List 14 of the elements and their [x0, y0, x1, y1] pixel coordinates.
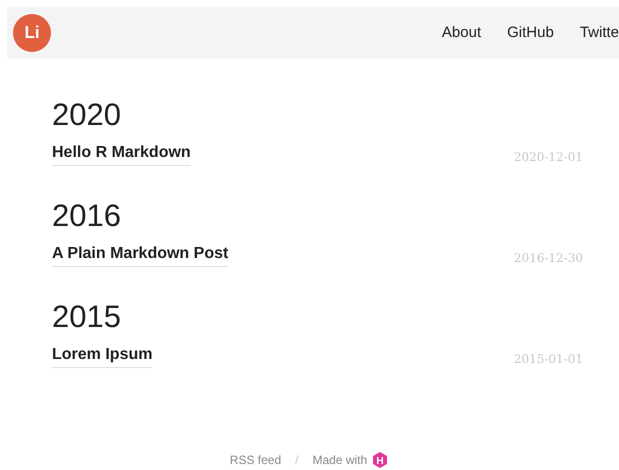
post-link[interactable]: Hello R Markdown: [52, 143, 191, 166]
post-link[interactable]: A Plain Markdown Post: [52, 244, 228, 267]
year-heading: 2020: [52, 96, 122, 134]
hexagon-logo-icon[interactable]: H: [371, 451, 390, 469]
separator: /: [295, 452, 298, 469]
made-with-text: Made with: [312, 452, 368, 469]
rss-link[interactable]: RSS feed: [230, 451, 282, 469]
nav-link[interactable]: Twitte: [580, 22, 619, 44]
year-heading: 2016: [52, 197, 122, 235]
nav-link[interactable]: About: [442, 22, 482, 44]
nav-link[interactable]: GitHub: [507, 22, 554, 44]
year-heading: 2015: [52, 298, 122, 336]
post-link[interactable]: Lorem Ipsum: [52, 345, 152, 368]
logo[interactable]: Li: [13, 14, 51, 52]
